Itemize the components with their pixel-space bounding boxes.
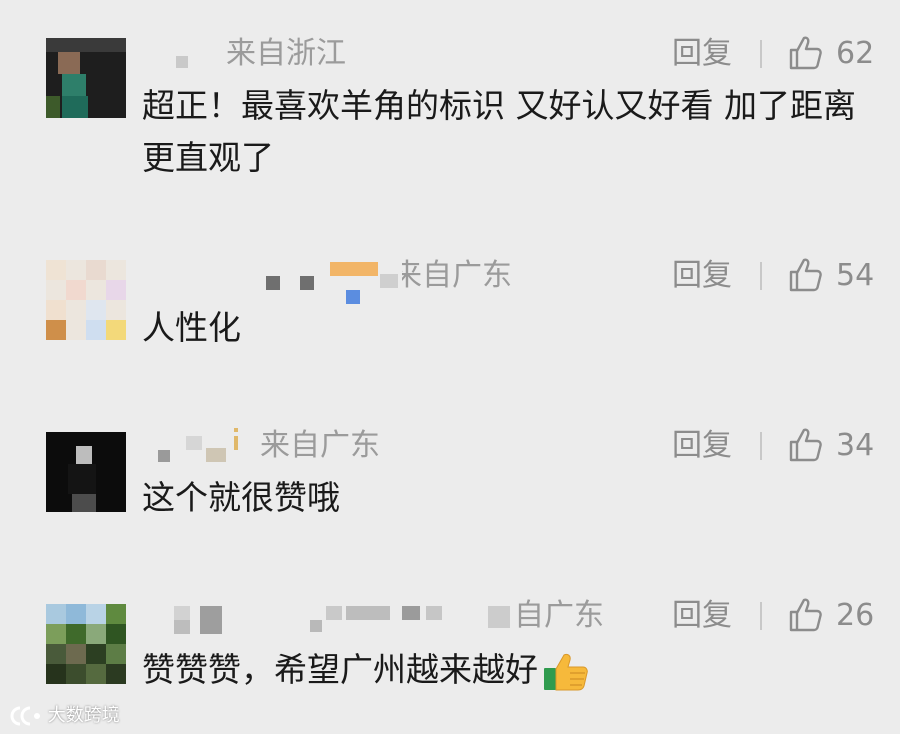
like-count: 34 xyxy=(836,428,875,463)
thumbs-up-icon[interactable] xyxy=(788,597,822,633)
location-label: 来自广东 xyxy=(392,258,512,293)
comment-text: 超正！最喜欢羊角的标识 又好认又好看 加了距离更直观了 xyxy=(142,86,856,177)
like-count: 54 xyxy=(836,258,875,293)
reply-button[interactable]: 回复 xyxy=(672,256,732,296)
divider xyxy=(760,40,762,68)
avatar[interactable] xyxy=(46,38,126,118)
comment-text: 赞赞赞，希望广州越来越好 xyxy=(142,644,882,696)
divider xyxy=(760,602,762,630)
like-count: 62 xyxy=(836,36,875,71)
watermark: 大数跨境 xyxy=(8,704,120,728)
username-blurred[interactable] xyxy=(170,36,210,76)
like-count: 26 xyxy=(836,598,875,633)
avatar[interactable] xyxy=(46,432,126,512)
location-label: 来自浙江 xyxy=(226,36,346,71)
avatar[interactable] xyxy=(46,260,126,340)
divider xyxy=(760,432,762,460)
reply-button[interactable]: 回复 xyxy=(672,426,732,466)
username-blurred[interactable] xyxy=(260,256,400,304)
comment-text-content: 赞赞赞，希望广州越来越好 xyxy=(142,650,538,689)
divider xyxy=(760,262,762,290)
watermark-text: 大数跨境 xyxy=(47,705,120,726)
watermark-logo-icon xyxy=(10,706,40,726)
thumbs-up-emoji-icon xyxy=(544,653,588,690)
location-label: 来自广东 xyxy=(260,428,380,463)
comment-text: 人性化 xyxy=(142,308,241,347)
reply-button[interactable]: 回复 xyxy=(672,34,732,74)
location-label: 自广东 xyxy=(514,598,604,633)
thumbs-up-icon[interactable] xyxy=(788,427,822,463)
thumbs-up-icon[interactable] xyxy=(788,35,822,71)
username-blurred[interactable] xyxy=(150,426,250,466)
avatar[interactable] xyxy=(46,604,126,684)
thumbs-up-icon[interactable] xyxy=(788,257,822,293)
comment-text: 这个就很赞哦 xyxy=(142,478,340,517)
username-blurred[interactable] xyxy=(170,596,530,636)
reply-button[interactable]: 回复 xyxy=(672,596,732,636)
